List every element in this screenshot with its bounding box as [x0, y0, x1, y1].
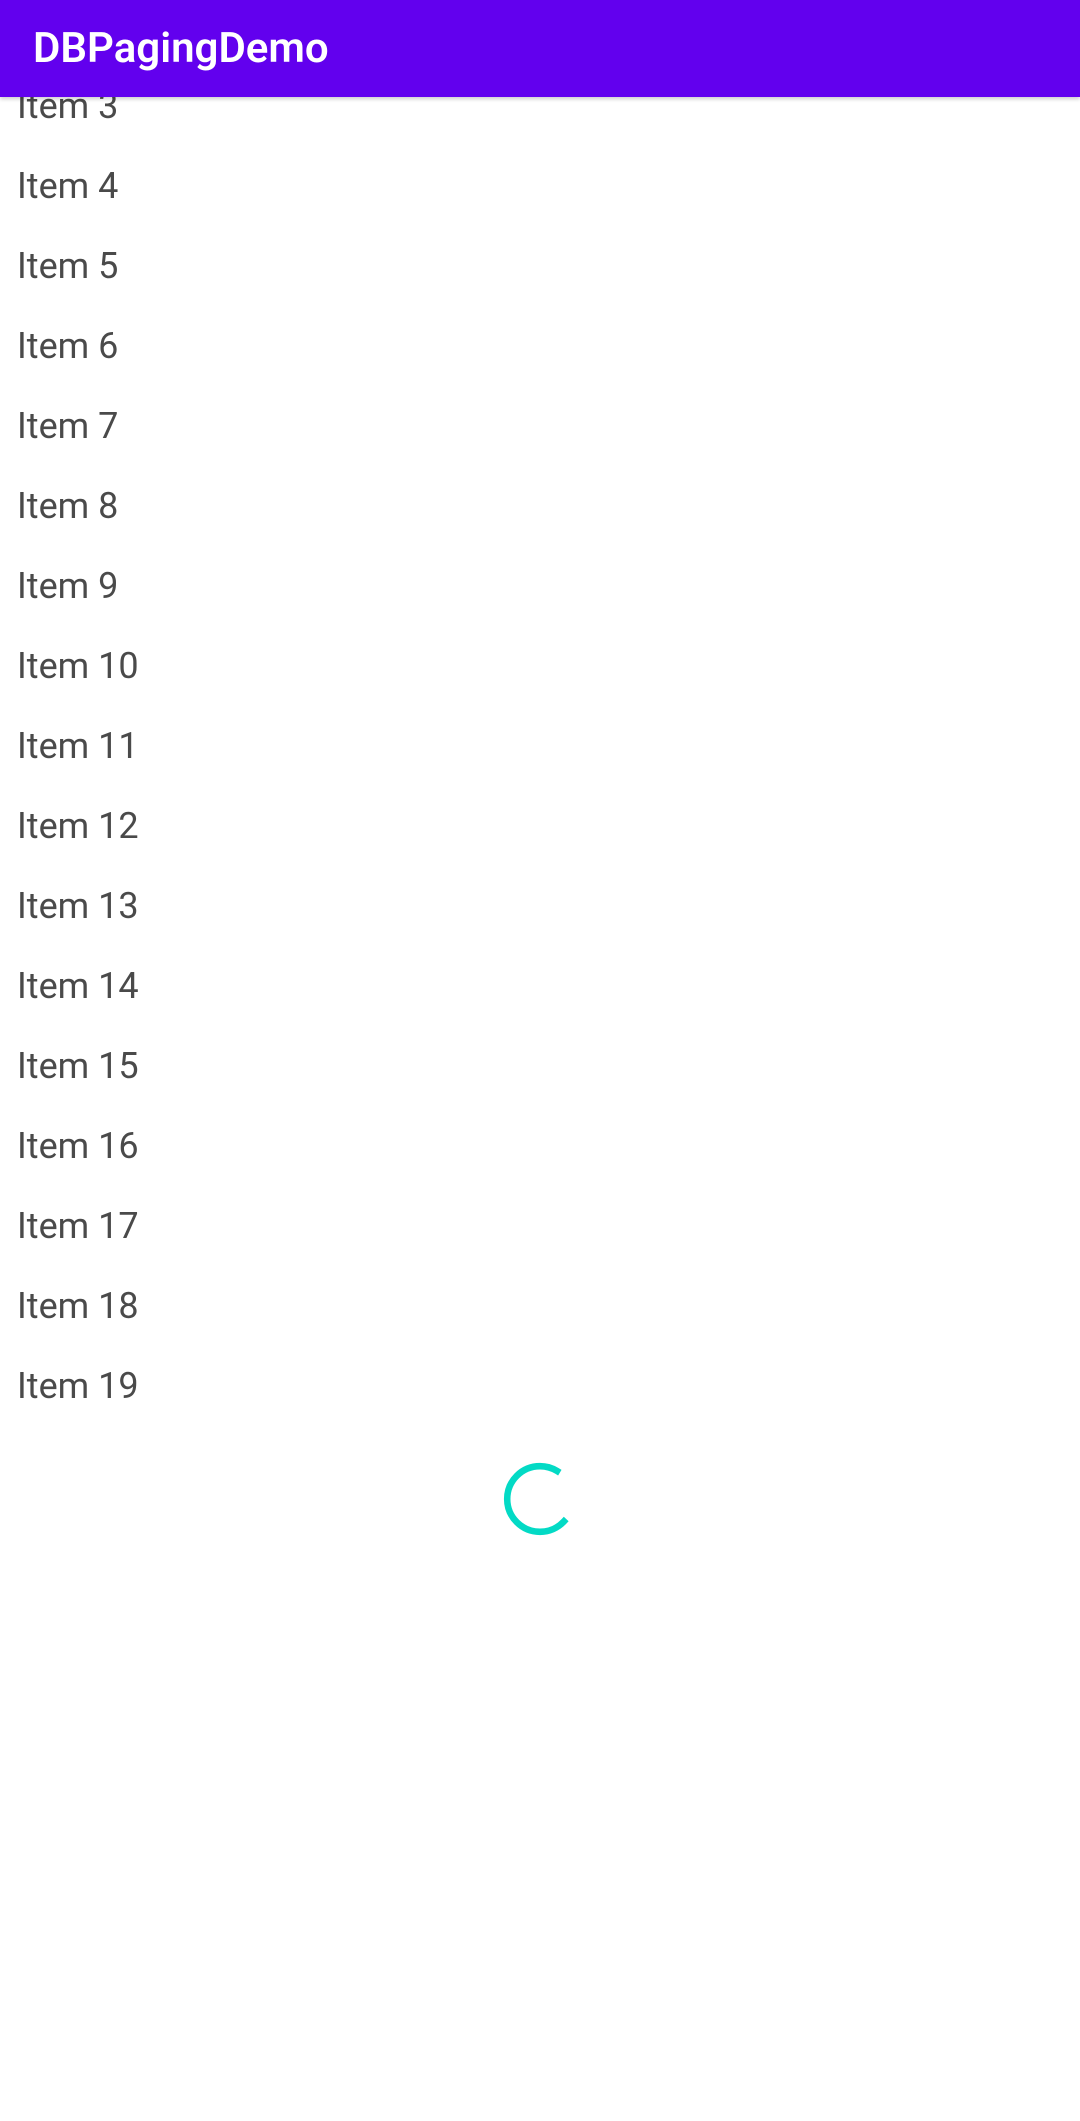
list-item-label: Item 15 [17, 1045, 139, 1087]
app-bar: DBPagingDemo [0, 0, 1080, 97]
list-item-label: Item 4 [17, 165, 118, 207]
list-item-label: Item 10 [17, 645, 139, 687]
list-item[interactable]: Item 11 [0, 706, 1080, 786]
list-item-label: Item 5 [17, 245, 118, 287]
list-item[interactable]: Item 13 [0, 866, 1080, 946]
list-item-label: Item 17 [17, 1205, 139, 1247]
list-item[interactable]: Item 19 [0, 1346, 1080, 1426]
list-item-label: Item 8 [17, 485, 118, 527]
list-item-label: Item 13 [17, 885, 139, 927]
list-item-label: Item 19 [17, 1365, 139, 1407]
list-item[interactable]: Item 18 [0, 1266, 1080, 1346]
list-item-label: Item 9 [17, 565, 118, 607]
list-item-label: Item 7 [17, 405, 118, 447]
loading-spinner-icon [499, 1458, 581, 1540]
list-item[interactable]: Item 7 [0, 386, 1080, 466]
list-item[interactable]: Item 17 [0, 1186, 1080, 1266]
list-item[interactable]: Item 14 [0, 946, 1080, 1026]
loading-indicator-container [0, 1426, 1080, 1580]
list-item[interactable]: Item 10 [0, 626, 1080, 706]
list-item-label: Item 6 [17, 325, 118, 367]
list-item-label: Item 11 [17, 725, 139, 767]
list-item-label: Item 16 [17, 1125, 139, 1167]
list-item[interactable]: Item 16 [0, 1106, 1080, 1186]
list-item[interactable]: Item 5 [0, 226, 1080, 306]
list-item[interactable]: Item 9 [0, 546, 1080, 626]
item-list[interactable]: Item 3 Item 4 Item 5 Item 6 Item 7 Item … [0, 85, 1080, 1580]
list-item[interactable]: Item 12 [0, 786, 1080, 866]
list-item-label: Item 18 [17, 1285, 139, 1327]
list-item[interactable]: Item 8 [0, 466, 1080, 546]
app-title: DBPagingDemo [33, 24, 329, 73]
list-item[interactable]: Item 4 [0, 146, 1080, 226]
list-item-label: Item 14 [17, 965, 139, 1007]
list-item[interactable]: Item 6 [0, 306, 1080, 386]
list-item[interactable]: Item 15 [0, 1026, 1080, 1106]
list-item-label: Item 12 [17, 805, 139, 847]
